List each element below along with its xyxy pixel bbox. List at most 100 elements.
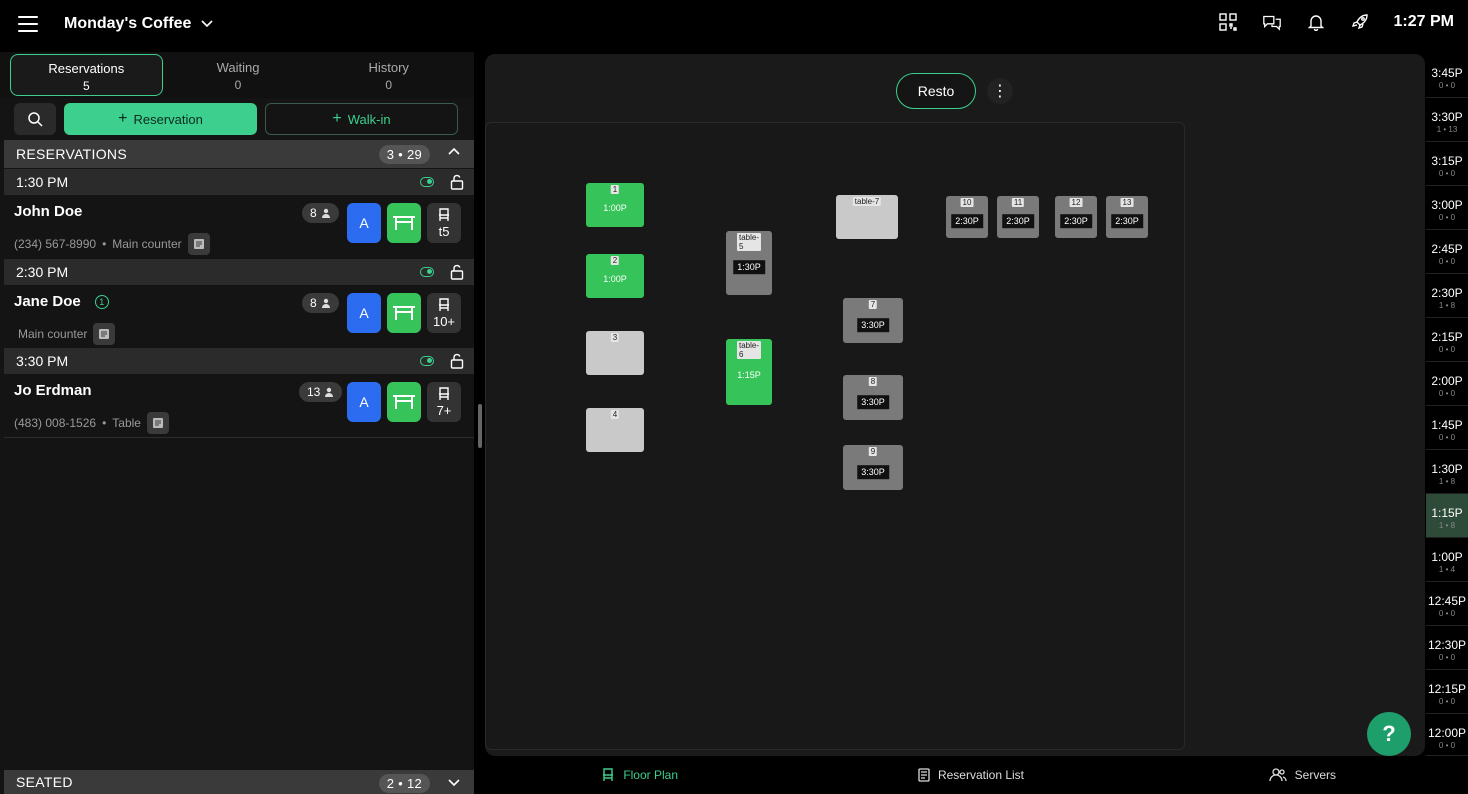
table-table-6[interactable]: table-6 1:15P (726, 339, 772, 405)
search-button[interactable] (14, 103, 56, 135)
slot-count: 1 • 8 (1438, 521, 1456, 530)
more-options-icon[interactable]: ⋮ (987, 78, 1013, 104)
timeline-slot[interactable]: 12:45P 0 • 0 (1426, 582, 1468, 626)
panel-resize-handle[interactable] (478, 404, 482, 448)
timeline-slot[interactable]: 3:15P 0 • 0 (1426, 142, 1468, 186)
slot-count: 0 • 0 (1438, 81, 1456, 90)
person-icon (321, 298, 330, 308)
table-table-7[interactable]: table-7 (836, 195, 898, 239)
slot-count: 0 • 0 (1438, 741, 1456, 750)
chat-icon[interactable] (1262, 12, 1282, 32)
toggle-icon[interactable] (420, 267, 434, 277)
party-size: 8 (310, 296, 317, 310)
reservations-section-header[interactable]: RESERVATIONS 3 • 29 (4, 140, 474, 168)
slot-count: 0 • 0 (1438, 257, 1456, 266)
timeline-slot[interactable]: 1:00P 1 • 4 (1426, 538, 1468, 582)
note-icon[interactable] (187, 233, 210, 255)
bell-icon[interactable] (1306, 12, 1326, 32)
table-4[interactable]: 4 (586, 408, 644, 452)
rocket-icon[interactable] (1350, 12, 1370, 32)
slot-time: 2:30P (1431, 286, 1463, 300)
chevron-down-icon[interactable] (448, 776, 460, 788)
timeline-slot[interactable]: 2:00P 0 • 0 (1426, 362, 1468, 406)
server-button[interactable]: A (347, 203, 381, 243)
timeline-slot[interactable]: 2:45P 0 • 0 (1426, 230, 1468, 274)
table-12[interactable]: 12 2:30P (1055, 196, 1097, 238)
table-assign-button[interactable] (387, 293, 421, 333)
time-slider[interactable]: 3:45P 0 • 0 3:30P 1 • 13 3:15P 0 • 0 3:00P 0… (1426, 54, 1468, 756)
timeline-slot[interactable]: 3:00P 0 • 0 (1426, 186, 1468, 230)
table-label: 2 (610, 256, 620, 265)
table-time: 1:00P (603, 203, 627, 213)
timeline-slot[interactable]: 12:30P 0 • 0 (1426, 626, 1468, 670)
toggle-icon[interactable] (420, 356, 434, 366)
timeline-slot[interactable]: 2:15P 0 • 0 (1426, 318, 1468, 362)
unlock-icon[interactable] (450, 174, 464, 190)
add-reservation-button[interactable]: + Reservation (64, 103, 257, 135)
slot-time: 2:45P (1431, 242, 1463, 256)
area-selector-button[interactable]: Resto (896, 73, 976, 109)
table-10[interactable]: 10 2:30P (946, 196, 988, 238)
slot-time: 1:30P (1431, 462, 1463, 476)
chevron-up-icon[interactable] (448, 146, 460, 158)
timeline-slot[interactable]: 2:30P 1 • 8 (1426, 274, 1468, 318)
nav-floor-plan[interactable]: Floor Plan (474, 756, 805, 794)
timeline-slot[interactable]: 12:00P 0 • 0 (1426, 714, 1468, 756)
table-3[interactable]: 3 (586, 331, 644, 375)
table-assign-button[interactable] (387, 382, 421, 422)
tab-label: Reservations (48, 61, 125, 76)
list-icon (918, 768, 930, 782)
qr-code-icon[interactable] (1218, 12, 1238, 32)
timeline-slot-selected[interactable]: 1:15P 1 • 8 (1426, 494, 1468, 538)
unlock-icon[interactable] (450, 353, 464, 369)
table-time: 2:30P (1060, 214, 1092, 229)
nav-servers[interactable]: Servers (1137, 756, 1468, 794)
seat-button[interactable]: t5 (427, 203, 461, 243)
timeline-slot[interactable]: 3:30P 1 • 13 (1426, 98, 1468, 142)
timeline-slot[interactable]: 12:15P 0 • 0 (1426, 670, 1468, 714)
nav-reservation-list[interactable]: Reservation List (805, 756, 1136, 794)
list-divider (4, 437, 474, 438)
table-table-5[interactable]: table-5 1:30P (726, 231, 772, 295)
timeline-slot[interactable]: 1:30P 1 • 8 (1426, 450, 1468, 494)
table-2[interactable]: 2 1:00P (586, 254, 644, 298)
plus-icon: + (332, 110, 342, 127)
slot-count: 0 • 0 (1438, 433, 1456, 442)
toggle-icon[interactable] (420, 177, 434, 187)
visit-count-badge: 1 (94, 294, 109, 309)
table-7[interactable]: 7 3:30P (843, 298, 903, 343)
unlock-icon[interactable] (450, 264, 464, 280)
reservation-card[interactable]: Jo Erdman (483) 008-1526 • Table 13 A 7+ (4, 374, 474, 438)
venue-selector[interactable]: Monday's Coffee (64, 15, 213, 33)
seat-button[interactable]: 10+ (427, 293, 461, 333)
timeline-slot[interactable]: 3:45P 0 • 0 (1426, 54, 1468, 98)
table-9[interactable]: 9 3:30P (843, 445, 903, 490)
nav-label: Servers (1294, 768, 1336, 782)
server-button[interactable]: A (347, 293, 381, 333)
table-11[interactable]: 11 2:30P (997, 196, 1039, 238)
help-button[interactable]: ? (1367, 712, 1411, 756)
guest-area: Main counter (112, 237, 182, 251)
reservation-card[interactable]: John Doe (234) 567-8990 • Main counter 8… (4, 195, 474, 259)
tab-reservations[interactable]: Reservations 5 (10, 54, 163, 96)
seat-button[interactable]: 7+ (427, 382, 461, 422)
note-icon[interactable] (93, 323, 116, 345)
table-assign-button[interactable] (387, 203, 421, 243)
table-label: 10 (960, 198, 974, 207)
seated-section-header[interactable]: SEATED 2 • 12 (4, 770, 474, 794)
note-icon[interactable] (146, 412, 169, 434)
timeline-slot[interactable]: 1:45P 0 • 0 (1426, 406, 1468, 450)
slot-count: 0 • 0 (1438, 389, 1456, 398)
slot-time: 2:00P (1431, 374, 1463, 388)
reservation-card[interactable]: Jane Doe 1 Main counter 8 A 10+ (4, 285, 474, 349)
chevron-down-icon (201, 20, 213, 28)
guest-area: Table (112, 416, 141, 430)
table-13[interactable]: 13 2:30P (1106, 196, 1148, 238)
tab-history[interactable]: History 0 (313, 54, 464, 96)
table-8[interactable]: 8 3:30P (843, 375, 903, 420)
tab-waiting[interactable]: Waiting 0 (163, 54, 314, 96)
menu-icon[interactable] (18, 16, 38, 32)
table-1[interactable]: 1 1:00P (586, 183, 644, 227)
server-button[interactable]: A (347, 382, 381, 422)
add-walkin-button[interactable]: + Walk-in (265, 103, 458, 135)
